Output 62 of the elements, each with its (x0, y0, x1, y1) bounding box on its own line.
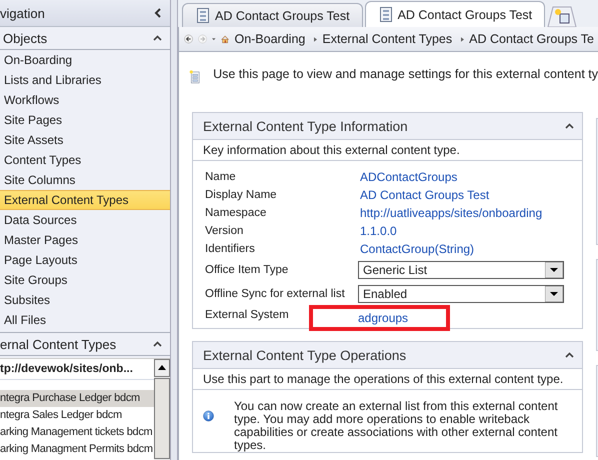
field-label: Name (205, 171, 237, 183)
field-label: Version (205, 225, 244, 237)
scroll-thumb[interactable] (154, 378, 170, 459)
pane-title: vigation (0, 6, 45, 20)
list-item[interactable]: arking Management tickets bdcm (0, 424, 154, 441)
nav-item[interactable]: Site Columns (0, 170, 170, 190)
field-link[interactable]: ADContactGroups (358, 170, 460, 184)
separator-icon (314, 34, 318, 44)
document-tab[interactable]: AD Contact Groups Test (364, 1, 546, 27)
field-link[interactable]: AD Contact Groups Test (358, 188, 492, 202)
separator-icon (461, 34, 464, 44)
dropdown-caret-icon[interactable] (212, 36, 216, 42)
panel-title: External Content Type Operations (203, 348, 406, 362)
nav-item[interactable]: On-Boarding (0, 50, 170, 70)
panel-description: Key information about this external content type. (193, 140, 582, 161)
breadcrumb-link[interactable]: On-Boarding (234, 32, 306, 46)
nav-item[interactable]: Master Pages (0, 230, 170, 250)
document-icon (380, 7, 392, 22)
field-link[interactable]: ContactGroup(String) (358, 242, 476, 256)
list-item[interactable]: ntegra Sales Ledger bdcm (0, 407, 154, 424)
nav-item[interactable]: Site Groups (0, 270, 170, 290)
section-title: ernal Content Types (0, 336, 116, 352)
dropdown-arrow-icon (545, 286, 563, 302)
document-icon (197, 8, 209, 23)
nav-item[interactable]: Site Pages (0, 110, 170, 130)
field-label: External System (205, 309, 290, 321)
scrollbar[interactable] (154, 359, 170, 460)
field-link[interactable]: http://uatliveapps/sites/onboarding (358, 206, 544, 220)
info-message: You can now create an external list from this external content type. You may add more operations to enable writeback capabilities or create associations with other external content types. (234, 400, 559, 452)
breadcrumb-link[interactable]: AD Contact Groups Te (469, 32, 594, 46)
dropdown[interactable]: Enabled (358, 285, 564, 303)
field-label: Identifiers (205, 243, 256, 255)
nav-item[interactable]: External Content Types (0, 190, 170, 210)
field-label: Offline Sync for external list (205, 288, 346, 300)
section-header[interactable]: ernal Content Types (0, 332, 170, 356)
list-item[interactable]: ntegra Purchase Ledger bdcm (0, 390, 154, 407)
intro-text: Use this page to view and manage settings for this external content ty (213, 67, 598, 81)
document-tab[interactable]: AD Contact Groups Test (182, 3, 363, 27)
chevron-icon[interactable] (565, 123, 574, 129)
nav-item[interactable]: Lists and Libraries (0, 70, 170, 90)
section-title: Objects (3, 30, 48, 46)
nav-item[interactable]: Site Assets (0, 130, 170, 150)
chevron-icon[interactable] (565, 352, 574, 358)
field-label: Display Name (205, 189, 278, 201)
nav-item[interactable]: Data Sources (0, 210, 170, 230)
collapse-icon[interactable] (154, 8, 162, 18)
field-link[interactable]: 1.1.0.0 (358, 224, 399, 238)
panel-description: Use this part to manage the operations of this external content type. (193, 369, 582, 390)
nav-item[interactable]: Content Types (0, 150, 170, 170)
list-item[interactable]: arking Managment Permits bdcm (0, 441, 154, 458)
nav-item[interactable]: All Files (0, 310, 170, 330)
nav-item[interactable]: Subsites (0, 290, 170, 310)
new-tab-icon[interactable] (547, 5, 578, 27)
dropdown-arrow-icon (545, 262, 563, 278)
field-label: Office Item Type (205, 264, 290, 276)
nav-item[interactable]: Workflows (0, 90, 170, 110)
scroll-up-icon[interactable] (154, 359, 170, 377)
breadcrumb-link[interactable]: External Content Types (322, 32, 452, 46)
nav-item[interactable]: Page Layouts (0, 250, 170, 270)
dropdown[interactable]: Generic List (358, 261, 564, 279)
panel-title: External Content Type Information (203, 118, 408, 134)
field-label: Namespace (205, 207, 268, 219)
